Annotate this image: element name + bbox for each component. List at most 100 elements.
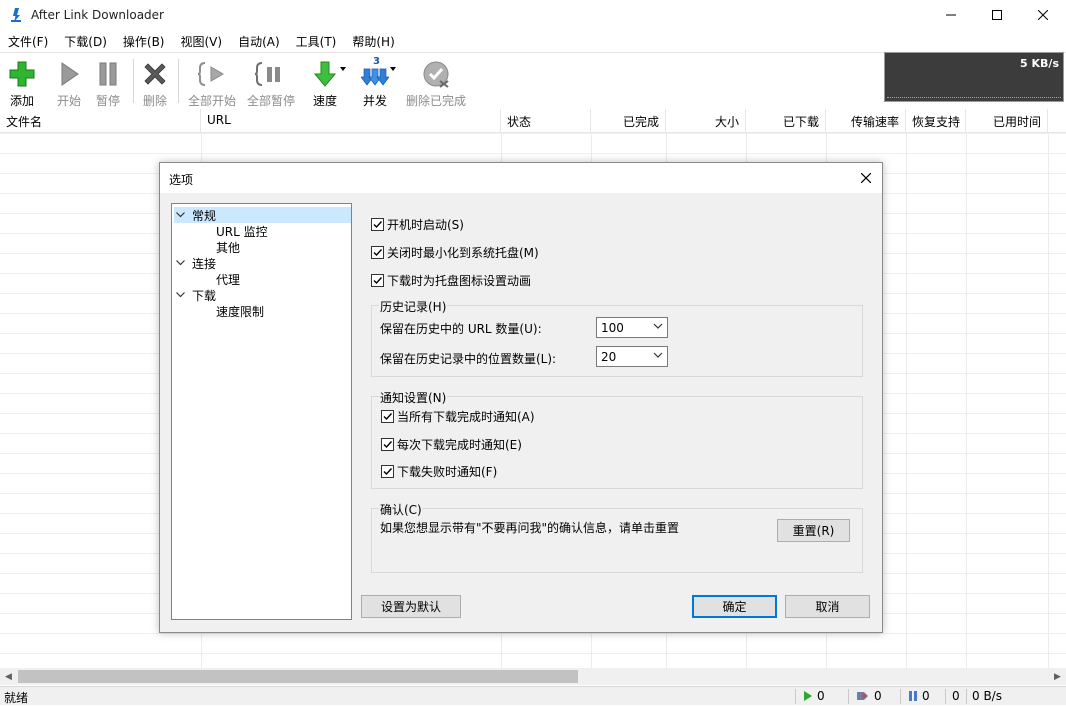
column-status[interactable]: 状态: [501, 109, 591, 133]
speed-graph-line: [887, 97, 1061, 98]
set-default-button[interactable]: 设置为默认: [361, 595, 461, 618]
close-window-button[interactable]: [1020, 0, 1066, 30]
minimize-to-tray-checkbox[interactable]: 关闭时最小化到系统托盘(M): [371, 244, 539, 261]
minimize-icon: [946, 14, 956, 16]
pause-all-button[interactable]: 全部暂停: [245, 53, 297, 109]
minimize-button[interactable]: [928, 0, 974, 30]
column-downloaded[interactable]: 已下载: [746, 109, 826, 133]
delete-completed-icon: [423, 61, 449, 88]
notify-failed-checkbox[interactable]: 下载失败时通知(F): [381, 463, 497, 480]
options-dialog: 选项 常规 URL 监控 其他 连接 代理 下载 速度限制 开机时启动(S) 关…: [159, 162, 883, 633]
scrollbar-thumb[interactable]: [18, 670, 578, 683]
pause-button[interactable]: 暂停: [91, 53, 125, 109]
status-completed-count: 0: [952, 689, 960, 703]
horizontal-scrollbar[interactable]: ◀ ▶: [0, 668, 1066, 685]
menu-tools[interactable]: 工具(T): [288, 30, 345, 51]
checkbox-checked[interactable]: [371, 274, 384, 287]
location-count-select[interactable]: 20: [596, 346, 668, 367]
speed-graph: 5 KB/s: [884, 52, 1064, 102]
pause-icon: [99, 62, 117, 86]
start-all-button[interactable]: 全部开始: [186, 53, 238, 109]
chevron-down-icon: [653, 323, 663, 329]
status-completed: 0: [952, 689, 960, 703]
tree-node-url-monitor[interactable]: URL 监控: [216, 223, 268, 239]
start-all-label: 全部开始: [187, 94, 236, 108]
confirm-description: 如果您想显示带有"不要再问我"的确认信息，请单击重置: [380, 521, 680, 535]
tree-node-connection[interactable]: 连接: [174, 255, 216, 271]
notify-each-done-checkbox[interactable]: 每次下载完成时通知(E): [381, 436, 522, 453]
status-paused-count: 0: [922, 689, 930, 703]
url-count-select[interactable]: 100: [596, 317, 668, 338]
pause-all-label: 全部暂停: [246, 94, 295, 108]
tree-node-download[interactable]: 下载: [174, 287, 216, 303]
concurrent-dropdown-arrow[interactable]: [390, 67, 396, 71]
status-queued-count: 0: [874, 689, 882, 703]
history-group-title: 历史记录(H): [379, 298, 448, 315]
start-on-boot-label: 开机时启动(S): [387, 218, 464, 232]
ok-button[interactable]: 确定: [692, 595, 777, 618]
scroll-right-arrow-icon[interactable]: ▶: [1049, 668, 1066, 685]
column-resume-support[interactable]: 恢复支持: [906, 109, 966, 133]
column-filename[interactable]: 文件名: [0, 109, 201, 133]
column-transfer-rate[interactable]: 传输速率: [826, 109, 906, 133]
start-on-boot-checkbox[interactable]: 开机时启动(S): [371, 216, 464, 233]
scroll-left-arrow-icon[interactable]: ◀: [0, 668, 17, 685]
tree-node-label: 速度限制: [216, 304, 265, 319]
column-elapsed-time[interactable]: 已用时间: [966, 109, 1048, 133]
add-button[interactable]: 添加: [4, 53, 40, 109]
pause-label: 暂停: [95, 94, 120, 108]
concurrent-badge: 3: [373, 56, 380, 67]
tree-node-other[interactable]: 其他: [216, 239, 240, 255]
menu-help[interactable]: 帮助(H): [344, 30, 402, 51]
chevron-down-icon[interactable]: [174, 287, 186, 303]
paused-icon: [909, 691, 917, 701]
menu-auto[interactable]: 自动(A): [230, 30, 288, 51]
dialog-close-button[interactable]: [856, 169, 876, 187]
checkbox-checked[interactable]: [381, 438, 394, 451]
notify-failed-label: 下载失败时通知(F): [397, 465, 498, 479]
delete-completed-button[interactable]: 删除已完成: [404, 53, 468, 109]
column-url[interactable]: URL: [201, 109, 501, 133]
tray-animation-checkbox[interactable]: 下载时为托盘图标设置动画: [371, 272, 531, 289]
concurrent-button[interactable]: 3 并发: [356, 53, 394, 109]
start-button[interactable]: 开始: [52, 53, 86, 109]
checkbox-checked[interactable]: [381, 410, 394, 423]
delete-completed-label: 删除已完成: [405, 94, 466, 108]
speed-dropdown-arrow[interactable]: [340, 67, 346, 71]
menu-download[interactable]: 下载(D): [56, 30, 115, 51]
reset-button[interactable]: 重置(R): [777, 519, 850, 542]
menu-bar: 文件(F) 下载(D) 操作(B) 视图(V) 自动(A) 工具(T) 帮助(H…: [0, 30, 1066, 51]
tree-node-speed-limit[interactable]: 速度限制: [216, 303, 264, 319]
speed-button[interactable]: 速度: [306, 53, 344, 109]
tree-node-general[interactable]: 常规: [174, 207, 351, 223]
menu-view[interactable]: 视图(V): [173, 30, 231, 51]
location-count-label: 保留在历史记录中的位置数量(L):: [380, 352, 557, 366]
location-count-value: 20: [601, 350, 617, 364]
maximize-icon: [992, 10, 1002, 20]
delete-icon: [144, 63, 166, 85]
status-speed: 0 B/s: [972, 689, 1002, 703]
column-size[interactable]: 大小: [666, 109, 746, 133]
checkbox-checked[interactable]: [371, 246, 384, 259]
maximize-button[interactable]: [974, 0, 1020, 30]
chevron-down-icon[interactable]: [174, 255, 186, 271]
queued-icon: [857, 692, 868, 700]
status-queued: 0: [856, 689, 882, 703]
delete-button[interactable]: 删除: [138, 53, 172, 109]
chevron-down-icon[interactable]: [174, 207, 186, 223]
notify-all-done-checkbox[interactable]: 当所有下载完成时通知(A): [381, 408, 535, 425]
checkbox-checked[interactable]: [381, 465, 394, 478]
minimize-to-tray-label: 关闭时最小化到系统托盘(M): [387, 246, 539, 260]
status-running: 0: [803, 689, 825, 703]
menu-file[interactable]: 文件(F): [0, 30, 56, 51]
status-ready-text: 就绪: [4, 691, 29, 705]
toolbar-separator: [178, 59, 179, 103]
status-speed-value: 0 B/s: [972, 689, 1002, 703]
tree-node-proxy[interactable]: 代理: [216, 271, 240, 287]
menu-action[interactable]: 操作(B): [115, 30, 173, 51]
notify-all-done-label: 当所有下载完成时通知(A): [397, 410, 535, 424]
column-completed[interactable]: 已完成: [591, 109, 666, 133]
checkbox-checked[interactable]: [371, 218, 384, 231]
window-title: After Link Downloader: [31, 8, 164, 22]
cancel-button[interactable]: 取消: [785, 595, 870, 618]
